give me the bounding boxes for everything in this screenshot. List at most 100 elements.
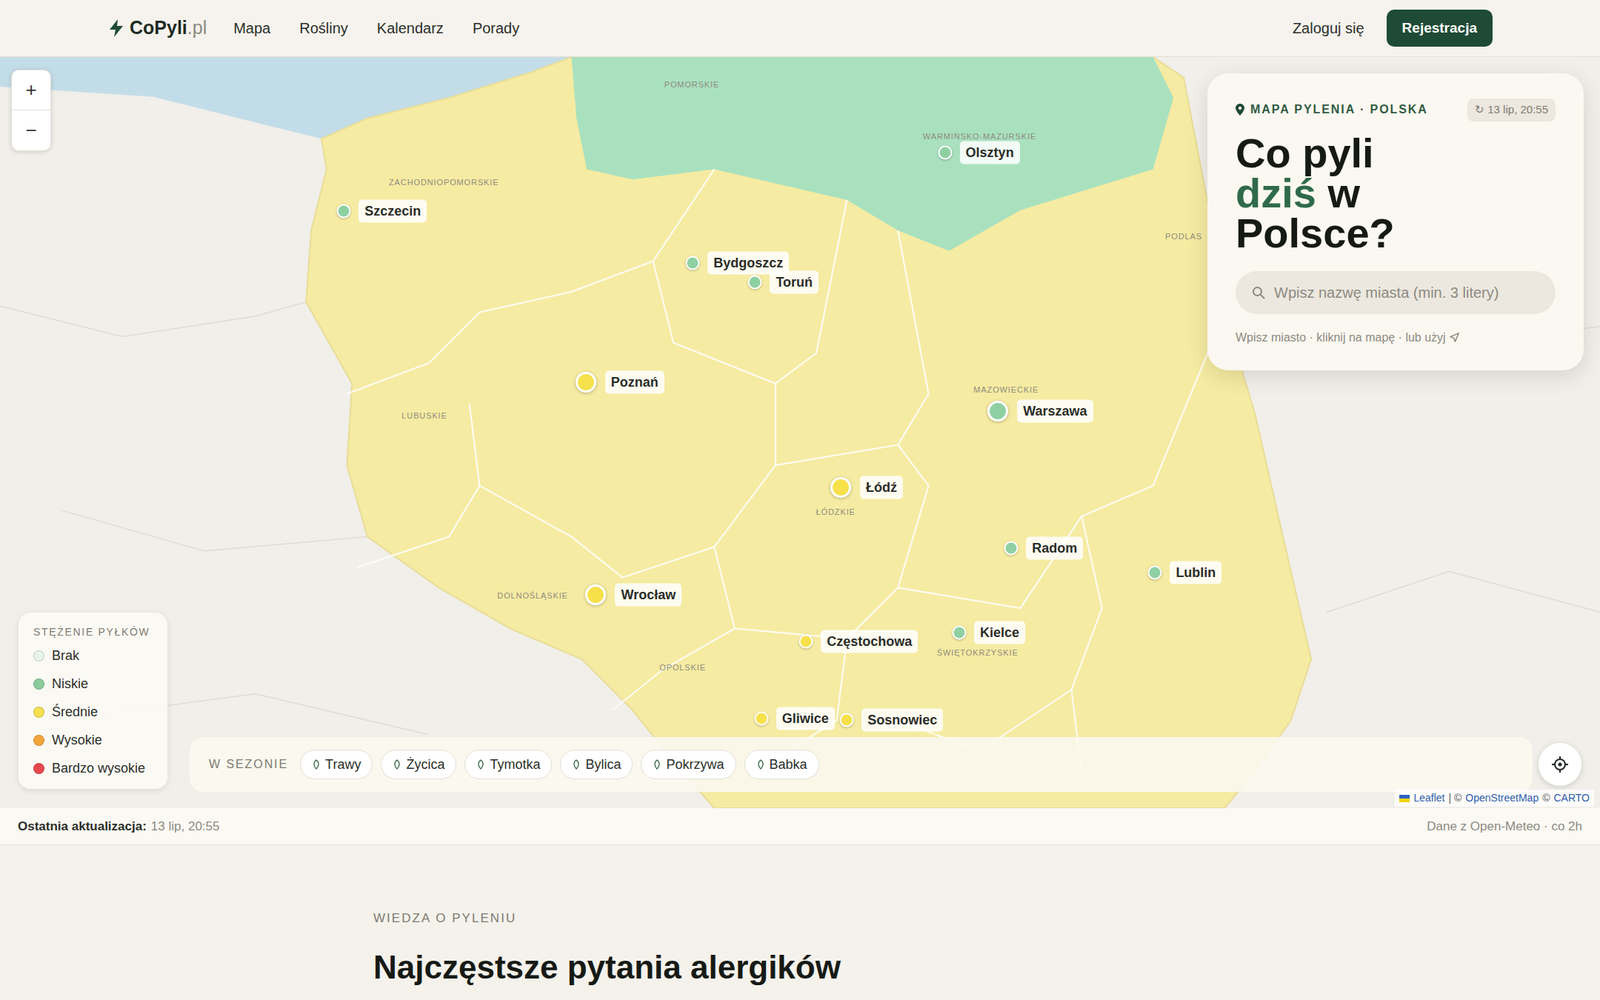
plant-name: Życica bbox=[405, 754, 445, 775]
region-label: ŁÓDZKIE bbox=[816, 505, 856, 519]
city-label[interactable]: Wrocław bbox=[614, 582, 682, 606]
bolt-icon bbox=[107, 18, 126, 38]
plant-name: Pokrzywa bbox=[665, 754, 724, 775]
location-icon[interactable] bbox=[1449, 332, 1460, 343]
pin-dot[interactable] bbox=[840, 713, 855, 728]
city-label[interactable]: Szczecin bbox=[358, 200, 427, 223]
plant-name: Trawy bbox=[325, 754, 361, 775]
city-label[interactable]: Gliwice bbox=[776, 706, 835, 730]
legend-label: Wysokie bbox=[51, 730, 103, 751]
zoom-controls: + − bbox=[11, 69, 52, 152]
city-label[interactable]: Sosnowiec bbox=[861, 708, 943, 732]
updated-badge: ↻ 13 lip, 20:55 bbox=[1467, 98, 1556, 122]
nav-link[interactable]: Kalendarz bbox=[377, 17, 444, 40]
osm-link[interactable]: OpenStreetMap bbox=[1465, 790, 1539, 806]
plant-chip[interactable]: Bylica bbox=[560, 749, 633, 780]
city-label[interactable]: Łódź bbox=[860, 476, 903, 500]
plant-chip[interactable]: Trawy bbox=[300, 749, 373, 780]
pin-dot[interactable] bbox=[1004, 540, 1019, 555]
season-label: W SEZONIE bbox=[208, 755, 289, 774]
nav-link[interactable]: Rośliny bbox=[299, 17, 349, 40]
city-label[interactable]: Toruń bbox=[769, 271, 819, 295]
pin-dot[interactable] bbox=[754, 711, 769, 726]
status-label: Ostatnia aktualizacja: bbox=[17, 817, 147, 837]
city-label[interactable]: Częstochowa bbox=[820, 630, 918, 654]
city-label[interactable]: Warszawa bbox=[1017, 400, 1093, 423]
pin-dot[interactable] bbox=[1148, 565, 1163, 580]
leaf-icon bbox=[571, 759, 581, 770]
data-source: Dane z Open-Meteo · co 2h bbox=[1426, 817, 1583, 837]
leaf-icon bbox=[392, 759, 402, 770]
legend-item: Brak bbox=[33, 645, 153, 666]
legend-title: STĘŻENIE PYŁKÓW bbox=[33, 624, 153, 640]
legend-item: Niskie bbox=[33, 674, 153, 695]
legend-item: Bardzo wysokie bbox=[33, 758, 153, 779]
pin-dot[interactable] bbox=[575, 371, 597, 393]
updated-time: 13 lip, 20:55 bbox=[1487, 101, 1549, 119]
leaf-icon bbox=[476, 759, 486, 770]
heading-segment: Co pyli bbox=[1235, 133, 1375, 174]
login-link[interactable]: Zaloguj się bbox=[1292, 17, 1365, 40]
pollen-map[interactable]: POMORSKIEWARMIŃSKO-MAZURSKIEZACHODNIOPOM… bbox=[0, 57, 1600, 809]
nav-link[interactable]: Porady bbox=[472, 17, 520, 40]
leaflet-link[interactable]: Leaflet bbox=[1413, 790, 1445, 806]
attribution-separator: | © bbox=[1448, 790, 1462, 806]
heading-line: dziśw bbox=[1235, 173, 1556, 214]
city-label[interactable]: Radom bbox=[1025, 536, 1083, 560]
plant-name: Bylica bbox=[585, 754, 621, 775]
poland-area bbox=[305, 57, 1312, 809]
attribution-separator: © bbox=[1542, 790, 1550, 806]
logo[interactable]: CoPyli.pl bbox=[107, 14, 207, 43]
legend-swatch bbox=[33, 734, 45, 746]
pin-dot[interactable] bbox=[799, 634, 814, 649]
plant-chip[interactable]: Tymotka bbox=[464, 749, 552, 780]
pin-dot[interactable] bbox=[748, 275, 763, 290]
plant-name: Tymotka bbox=[489, 754, 540, 775]
search-icon bbox=[1251, 285, 1266, 300]
locate-icon bbox=[1551, 755, 1569, 774]
legend-item: Wysokie bbox=[33, 730, 153, 751]
faq-title: Najczęstsze pytania alergików bbox=[373, 942, 1600, 992]
pin-dot[interactable] bbox=[585, 584, 606, 606]
zoom-in-button[interactable]: + bbox=[11, 70, 51, 111]
heading-segment: Polsce? bbox=[1235, 213, 1395, 254]
pin-dot[interactable] bbox=[937, 145, 952, 160]
legend-swatch bbox=[33, 650, 45, 662]
city-label[interactable]: Kielce bbox=[974, 620, 1026, 644]
locate-button[interactable] bbox=[1538, 742, 1582, 786]
leaf-icon bbox=[756, 759, 766, 770]
pin-dot[interactable] bbox=[987, 400, 1009, 422]
city-label[interactable]: Lublin bbox=[1169, 560, 1222, 584]
refresh-icon: ↻ bbox=[1474, 101, 1485, 119]
plant-name: Babka bbox=[769, 754, 808, 775]
leaf-icon bbox=[652, 759, 662, 770]
nav-link[interactable]: Mapa bbox=[233, 17, 271, 40]
heading-segment: dziś bbox=[1235, 173, 1317, 214]
region-label: LUBUSKIE bbox=[401, 408, 447, 422]
plant-chip[interactable]: Babka bbox=[744, 749, 820, 780]
pin-dot[interactable] bbox=[337, 204, 352, 219]
pin-dot[interactable] bbox=[685, 256, 700, 271]
city-label[interactable]: Poznań bbox=[605, 371, 665, 395]
flag-icon bbox=[1399, 794, 1410, 803]
heading-line: Polsce? bbox=[1235, 213, 1556, 254]
carto-link[interactable]: CARTO bbox=[1554, 790, 1591, 806]
legend-label: Brak bbox=[51, 645, 80, 666]
panel-hint: Wpisz miasto · kliknij na mapę · lub uży… bbox=[1235, 328, 1446, 347]
panel-eyebrow: MAPA PYLENIA · POLSKA bbox=[1250, 100, 1429, 119]
plant-chip[interactable]: Pokrzywa bbox=[640, 749, 736, 780]
leaf-icon bbox=[311, 759, 321, 770]
plant-chip[interactable]: Życica bbox=[380, 749, 457, 780]
season-bar: W SEZONIE Trawy Życica Tymotka Bylica Pokrzy… bbox=[189, 737, 1533, 792]
pin-dot[interactable] bbox=[830, 477, 852, 498]
city-search-input[interactable] bbox=[1274, 281, 1540, 304]
main-nav: Mapa Rośliny Kalendarz Porady bbox=[233, 17, 520, 40]
heading-segment: w bbox=[1328, 173, 1361, 214]
zoom-out-button[interactable]: − bbox=[11, 110, 51, 151]
pin-dot[interactable] bbox=[951, 625, 966, 640]
register-button[interactable]: Rejestracja bbox=[1386, 9, 1493, 48]
city-label[interactable]: Olsztyn bbox=[960, 141, 1020, 165]
legend-label: Niskie bbox=[51, 674, 89, 695]
city-search bbox=[1235, 271, 1556, 315]
region-label: MAZOWIECKIE bbox=[973, 383, 1039, 397]
